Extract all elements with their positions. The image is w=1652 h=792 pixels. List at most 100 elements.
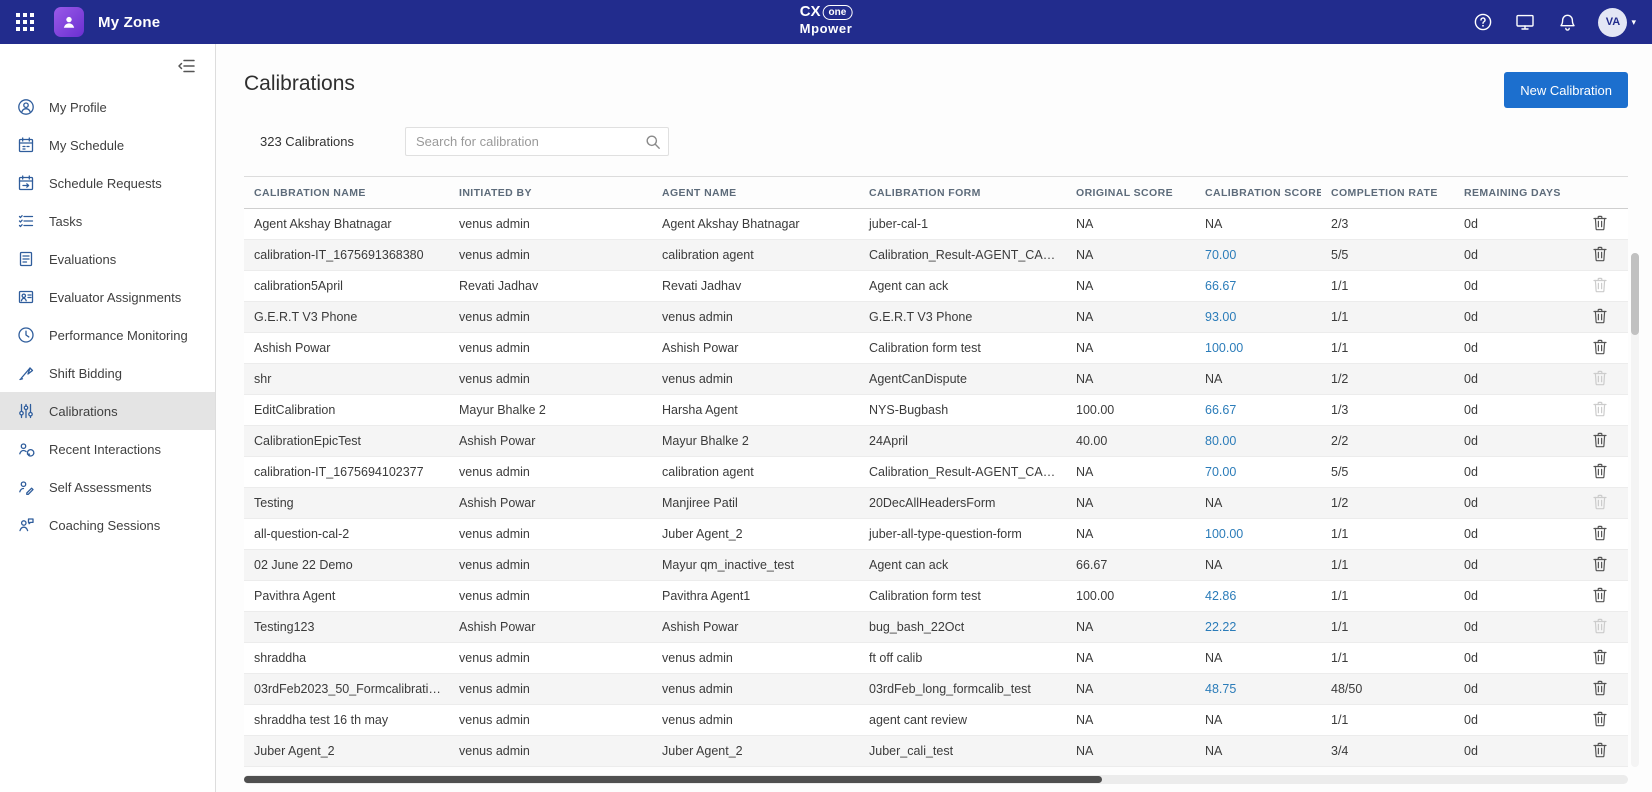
sidebar-item-shift-bidding[interactable]: Shift Bidding — [0, 354, 215, 392]
notifications-bell-icon[interactable] — [1556, 11, 1578, 33]
calibration-score-link[interactable]: 48.75 — [1205, 682, 1236, 696]
column-header-calibration-score[interactable]: CALIBRATION SCORE — [1195, 177, 1321, 209]
original-score-cell: 40.00 — [1066, 426, 1195, 457]
completion-rate-cell: 1/1 — [1321, 612, 1454, 643]
sidebar-item-evaluations[interactable]: Evaluations — [0, 240, 215, 278]
user-menu[interactable]: VA ▾ — [1598, 8, 1636, 37]
agent-name-cell: Juber Agent_2 — [652, 519, 859, 550]
calibration-name-cell: CalibrationEpicTest — [244, 426, 449, 457]
table-row[interactable]: all-question-cal-2venus adminJuber Agent… — [244, 519, 1628, 550]
app-launcher-icon[interactable] — [10, 7, 40, 37]
search-input[interactable] — [405, 127, 669, 156]
sidebar-collapse-icon[interactable] — [177, 58, 195, 74]
calibration-score-link[interactable]: 66.67 — [1205, 279, 1236, 293]
column-header-calibration-form[interactable]: CALIBRATION FORM — [859, 177, 1066, 209]
table-row[interactable]: Juber Agent_2venus adminJuber Agent_2Jub… — [244, 736, 1628, 767]
column-header-original-score[interactable]: ORIGINAL SCORE — [1066, 177, 1195, 209]
calibration-score-link[interactable]: 42.86 — [1205, 589, 1236, 603]
sidebar-item-tasks[interactable]: Tasks — [0, 202, 215, 240]
horizontal-scrollbar[interactable] — [244, 775, 1628, 784]
calibration-score-link[interactable]: 70.00 — [1205, 248, 1236, 262]
calibration-score-link[interactable]: 100.00 — [1205, 527, 1243, 541]
sidebar-item-performance-monitoring[interactable]: Performance Monitoring — [0, 316, 215, 354]
horizontal-scrollbar-thumb[interactable] — [244, 776, 1102, 783]
calibration-score-link[interactable]: 100.00 — [1205, 341, 1243, 355]
calibration-score-link[interactable]: 22.22 — [1205, 620, 1236, 634]
sidebar-item-my-profile[interactable]: My Profile — [0, 88, 215, 126]
table-row[interactable]: Testing123Ashish PowarAshish Powarbug_ba… — [244, 612, 1628, 643]
calibration-name-cell: Ashish Powar — [244, 333, 449, 364]
sidebar-item-my-schedule[interactable]: My Schedule — [0, 126, 215, 164]
table-row[interactable]: EditCalibrationMayur Bhalke 2Harsha Agen… — [244, 395, 1628, 426]
delete-icon[interactable] — [1593, 649, 1607, 665]
table-row[interactable]: Ashish Powarvenus adminAshish PowarCalib… — [244, 333, 1628, 364]
table-row[interactable]: calibration-IT_1675694102377venus adminc… — [244, 457, 1628, 488]
user-avatar[interactable]: VA — [1598, 8, 1627, 37]
vertical-scrollbar-thumb[interactable] — [1631, 253, 1639, 335]
calibration-name-cell: all-question-cal-2 — [244, 519, 449, 550]
calibration-form-cell: Agent can ack — [859, 271, 1066, 302]
completion-rate-cell: 1/1 — [1321, 581, 1454, 612]
sidebar-item-schedule-requests[interactable]: Schedule Requests — [0, 164, 215, 202]
delete-icon[interactable] — [1593, 587, 1607, 603]
table-row[interactable]: 03rdFeb2023_50_Formcalibratio...venus ad… — [244, 674, 1628, 705]
calibration-score-link[interactable]: 80.00 — [1205, 434, 1236, 448]
delete-icon[interactable] — [1593, 525, 1607, 541]
calibration-score-cell: 70.00 — [1195, 240, 1321, 271]
table-row[interactable]: Pavithra Agentvenus adminPavithra Agent1… — [244, 581, 1628, 612]
column-header-agent-name[interactable]: AGENT NAME — [652, 177, 859, 209]
table-row[interactable]: shrvenus adminvenus adminAgentCanDispute… — [244, 364, 1628, 395]
delete-icon[interactable] — [1593, 215, 1607, 231]
delete-cell — [1570, 581, 1628, 612]
delete-icon[interactable] — [1593, 308, 1607, 324]
calibration-name-cell: shraddha test 16 th may — [244, 705, 449, 736]
sidebar-item-recent-interactions[interactable]: Recent Interactions — [0, 430, 215, 468]
calibration-score-link[interactable]: 93.00 — [1205, 310, 1236, 324]
table-row[interactable]: CalibrationEpicTestAshish PowarMayur Bha… — [244, 426, 1628, 457]
sidebar-item-evaluator-assignments[interactable]: Evaluator Assignments — [0, 278, 215, 316]
original-score-cell: NA — [1066, 674, 1195, 705]
table-row[interactable]: shraddhavenus adminvenus adminft off cal… — [244, 643, 1628, 674]
calibrations-table-body: Agent Akshay Bhatnagarvenus adminAgent A… — [244, 209, 1628, 767]
original-score-cell: NA — [1066, 488, 1195, 519]
table-row[interactable]: G.E.R.T V3 Phonevenus adminvenus adminG.… — [244, 302, 1628, 333]
calibration-score-link[interactable]: 66.67 — [1205, 403, 1236, 417]
table-row[interactable]: Agent Akshay Bhatnagarvenus adminAgent A… — [244, 209, 1628, 240]
help-icon[interactable] — [1472, 11, 1494, 33]
delete-icon[interactable] — [1593, 556, 1607, 572]
my-zone-app-icon[interactable] — [54, 7, 84, 37]
new-calibration-button[interactable]: New Calibration — [1504, 72, 1628, 108]
column-header-remaining-days[interactable]: REMAINING DAYS — [1454, 177, 1570, 209]
delete-icon — [1593, 618, 1607, 634]
column-header-initiated-by[interactable]: INITIATED BY — [449, 177, 652, 209]
delete-icon[interactable] — [1593, 432, 1607, 448]
table-row[interactable]: calibration5AprilRevati JadhavRevati Jad… — [244, 271, 1628, 302]
chevron-down-icon: ▾ — [1631, 17, 1636, 28]
column-header-completion-rate[interactable]: COMPLETION RATE — [1321, 177, 1454, 209]
remaining-days-cell: 0d — [1454, 395, 1570, 426]
sidebar-item-self-assessments[interactable]: Self Assessments — [0, 468, 215, 506]
column-header-calibration-name[interactable]: CALIBRATION NAME — [244, 177, 449, 209]
sidebar-item-coaching-sessions[interactable]: Coaching Sessions — [0, 506, 215, 544]
delete-icon[interactable] — [1593, 463, 1607, 479]
table-row[interactable]: 02 June 22 Demovenus adminMayur qm_inact… — [244, 550, 1628, 581]
table-row[interactable]: TestingAshish PowarManjiree Patil20DecAl… — [244, 488, 1628, 519]
search-icon[interactable] — [645, 134, 661, 155]
delete-icon[interactable] — [1593, 680, 1607, 696]
screen-share-icon[interactable] — [1514, 11, 1536, 33]
completion-rate-cell: 1/2 — [1321, 488, 1454, 519]
sidebar-item-label: Performance Monitoring — [49, 328, 188, 343]
initiated-by-cell: venus admin — [449, 240, 652, 271]
calibration-score-cell: 22.22 — [1195, 612, 1321, 643]
vertical-scrollbar[interactable] — [1631, 253, 1639, 767]
delete-icon[interactable] — [1593, 711, 1607, 727]
table-row[interactable]: calibration-IT_1675691368380venus adminc… — [244, 240, 1628, 271]
delete-icon[interactable] — [1593, 339, 1607, 355]
sidebar-item-calibrations[interactable]: Calibrations — [0, 392, 215, 430]
remaining-days-cell: 0d — [1454, 519, 1570, 550]
table-row[interactable]: shraddha test 16 th mayvenus adminvenus … — [244, 705, 1628, 736]
delete-icon[interactable] — [1593, 742, 1607, 758]
calibration-form-cell: juber-all-type-question-form — [859, 519, 1066, 550]
calibration-score-link[interactable]: 70.00 — [1205, 465, 1236, 479]
delete-icon[interactable] — [1593, 246, 1607, 262]
